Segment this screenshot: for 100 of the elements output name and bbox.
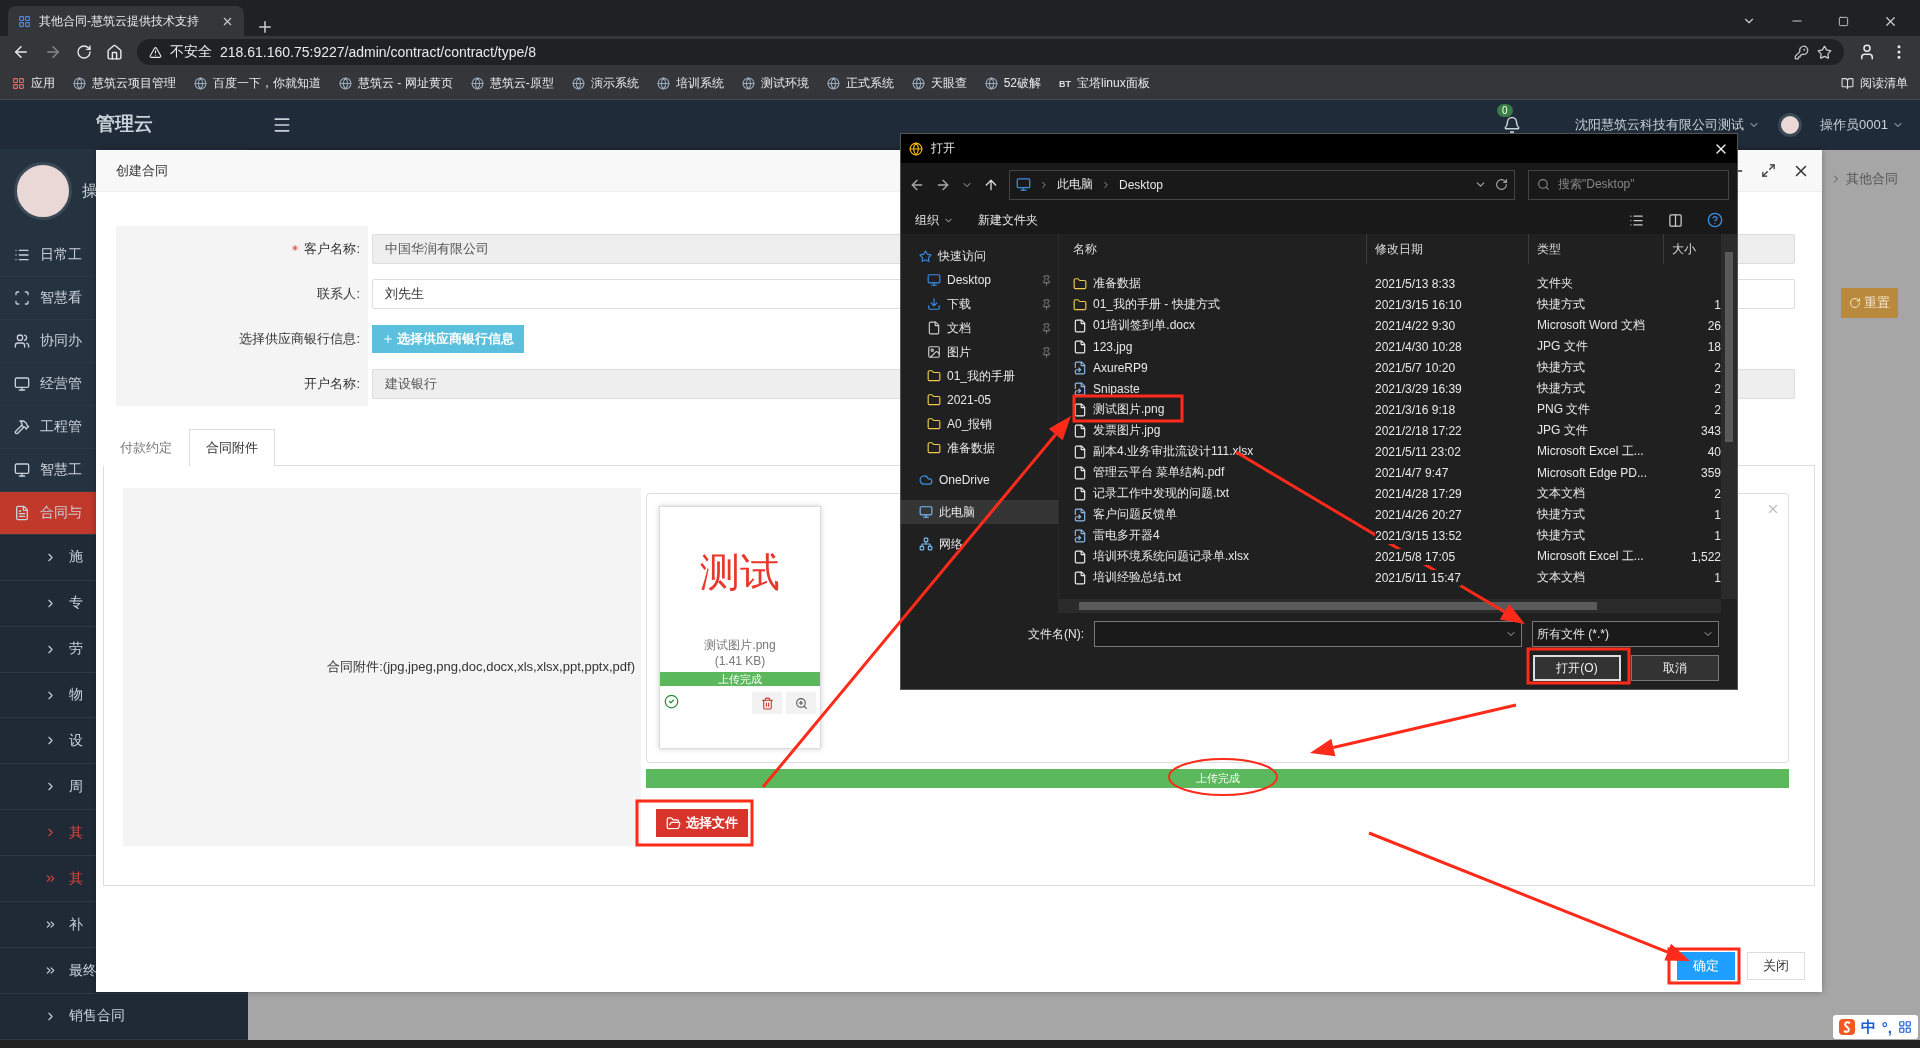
- bookmark[interactable]: 正式系统: [826, 75, 894, 92]
- tab[interactable]: 合同附件: [189, 429, 275, 466]
- file-type-select[interactable]: 所有文件 (*.*): [1532, 621, 1719, 647]
- column-header[interactable]: 名称: [1065, 234, 1367, 264]
- nav-item[interactable]: 准备数据: [901, 436, 1058, 460]
- file-name-cell[interactable]: Snipaste: [1065, 378, 1367, 399]
- table-cell-text: Microsoft Excel 工...: [1536, 443, 1645, 460]
- menu-item[interactable]: 销售合同: [0, 994, 248, 1040]
- bookmark[interactable]: 慧筑云项目管理: [73, 75, 176, 92]
- home-icon[interactable]: [106, 43, 123, 61]
- ime-button[interactable]: °,: [1881, 1018, 1892, 1036]
- address-bar[interactable]: 不安全 218.61.160.75:9227/admin/contract/contract/type/8: [137, 39, 1844, 65]
- table-cell-text: 快捷方式: [1536, 359, 1586, 376]
- table-cell-text: 1,522: [1689, 548, 1722, 566]
- new-folder-button[interactable]: 新建文件夹: [978, 211, 1038, 229]
- help-icon[interactable]: [1707, 212, 1723, 228]
- globe-icon: [826, 77, 840, 90]
- maximize-icon[interactable]: [1761, 163, 1776, 178]
- table-cell-text: 2: [1713, 359, 1722, 377]
- bookmark[interactable]: 演示系统: [571, 75, 639, 92]
- column-header[interactable]: 修改日期: [1367, 234, 1529, 264]
- nav-item[interactable]: 此电脑: [901, 500, 1058, 524]
- key-icon[interactable]: [1794, 44, 1809, 60]
- file-name-cell[interactable]: 培训经验总结.txt: [1065, 567, 1367, 588]
- file-name-cell[interactable]: 发票图片.jpg: [1065, 420, 1367, 441]
- delete-button[interactable]: [752, 692, 782, 714]
- open-button[interactable]: 打开(O): [1533, 655, 1621, 681]
- nav-item[interactable]: OneDrive: [901, 468, 1058, 492]
- reading-list[interactable]: 阅读清单: [1841, 75, 1908, 92]
- new-tab-icon[interactable]: [256, 18, 274, 36]
- file-name-cell[interactable]: 123.jpg: [1065, 336, 1367, 357]
- refresh-icon[interactable]: [1495, 178, 1508, 191]
- bookmark[interactable]: 52破解: [984, 75, 1042, 92]
- table-cell-text: 1: [1713, 569, 1722, 587]
- file-name: 测试图片.png: [704, 637, 776, 654]
- file-icon: [1073, 570, 1087, 585]
- file-name-cell[interactable]: 01培训签到单.docx: [1065, 315, 1367, 336]
- restore-icon[interactable]: [1838, 15, 1849, 27]
- file-name-field[interactable]: [1094, 621, 1522, 647]
- scrollbar[interactable]: [1721, 234, 1737, 599]
- forward-icon[interactable]: [44, 43, 62, 61]
- preview-pane-icon[interactable]: [1668, 212, 1683, 228]
- image-icon: [927, 345, 941, 359]
- dialog-title: 创建合同: [116, 161, 169, 180]
- bookmark[interactable]: 天眼查: [911, 75, 967, 92]
- user-menu[interactable]: 操作员0001: [1820, 116, 1904, 134]
- bookmark[interactable]: 应用: [12, 75, 55, 92]
- file-name-cell[interactable]: 测试图片.png: [1065, 399, 1367, 420]
- back-icon[interactable]: [12, 43, 30, 61]
- file-name-cell[interactable]: 副本4.业务审批流设计111.xlsx: [1065, 441, 1367, 462]
- reload-icon[interactable]: [76, 44, 92, 60]
- nav-item[interactable]: 文档: [901, 316, 1058, 340]
- scrollbar[interactable]: [1059, 599, 1721, 613]
- file-name-cell[interactable]: 记录工作中发现的问题.txt: [1065, 483, 1367, 504]
- file-name-cell[interactable]: 01_我的手册 - 快捷方式: [1065, 294, 1367, 315]
- search-field[interactable]: 搜索"Desktop": [1528, 169, 1729, 200]
- close-button[interactable]: 关闭: [1747, 952, 1805, 980]
- globe-icon: [339, 77, 352, 90]
- file-name-cell[interactable]: 客户问题反馈单: [1065, 504, 1367, 525]
- ime-button[interactable]: 中: [1860, 1017, 1876, 1037]
- nav-item[interactable]: 01_我的手册: [901, 364, 1058, 388]
- bookmark[interactable]: 慧筑云-原型: [470, 75, 554, 92]
- url-text: 218.61.160.75:9227/admin/contract/contract/type/8: [220, 44, 537, 60]
- bookmark[interactable]: 测试环境: [741, 75, 809, 92]
- zoom-button[interactable]: [786, 692, 816, 714]
- table-cell-text: 文本文档: [1536, 569, 1586, 586]
- path-segment[interactable]: Desktop: [1119, 177, 1164, 192]
- file-name-cell[interactable]: AxureRP9: [1065, 357, 1367, 378]
- choose-file-button[interactable]: 选择文件: [656, 809, 748, 837]
- bookmark[interactable]: 百度一下，你就知道: [194, 75, 321, 92]
- company-menu[interactable]: 沈阳慧筑云科技有限公司测试: [1575, 116, 1761, 134]
- shortcut-icon: [1073, 381, 1087, 396]
- table-cell-text: PNG 文件: [1536, 401, 1592, 418]
- cancel-button[interactable]: 取消: [1631, 655, 1719, 681]
- bell-icon[interactable]: [1503, 116, 1522, 134]
- nav-item[interactable]: 下载: [901, 292, 1058, 316]
- grid-icon[interactable]: [1898, 1020, 1912, 1034]
- nav-item[interactable]: Desktop: [901, 268, 1058, 292]
- organize-menu[interactable]: 组织: [915, 211, 954, 229]
- table-cell-text: Microsoft Edge PD...: [1536, 464, 1649, 482]
- file-name-cell[interactable]: 培训环境系统问题记录单.xlsx: [1065, 546, 1367, 567]
- file-name-cell[interactable]: 准备数据: [1065, 273, 1367, 294]
- view-icon[interactable]: [1629, 212, 1644, 228]
- menu-icon[interactable]: [272, 115, 292, 135]
- nav-item[interactable]: 快速访问: [901, 244, 1058, 268]
- address-bar[interactable]: 此电脑 Desktop: [1009, 169, 1515, 200]
- nav-item[interactable]: 图片: [901, 340, 1058, 364]
- bookmark[interactable]: BT 宝塔linux面板: [1059, 75, 1150, 92]
- nav-item[interactable]: 网络: [901, 532, 1058, 556]
- frame-icon: [14, 289, 30, 306]
- star-icon[interactable]: [1817, 44, 1832, 60]
- bookmark[interactable]: 慧筑云 - 网址黄页: [339, 75, 453, 92]
- profile-icon[interactable]: [1858, 43, 1876, 61]
- file-name-cell[interactable]: 雷电多开器4: [1065, 525, 1367, 546]
- nav-item[interactable]: 2021-05: [901, 388, 1058, 412]
- column-header[interactable]: 类型: [1529, 234, 1664, 264]
- file-name-cell[interactable]: 管理云平台 菜单结构.pdf: [1065, 462, 1367, 483]
- path-segment[interactable]: 此电脑: [1057, 176, 1093, 193]
- browser-tab[interactable]: 其他合同-慧筑云提供技术支持: [8, 6, 244, 36]
- bookmark[interactable]: 培训系统: [656, 75, 724, 92]
